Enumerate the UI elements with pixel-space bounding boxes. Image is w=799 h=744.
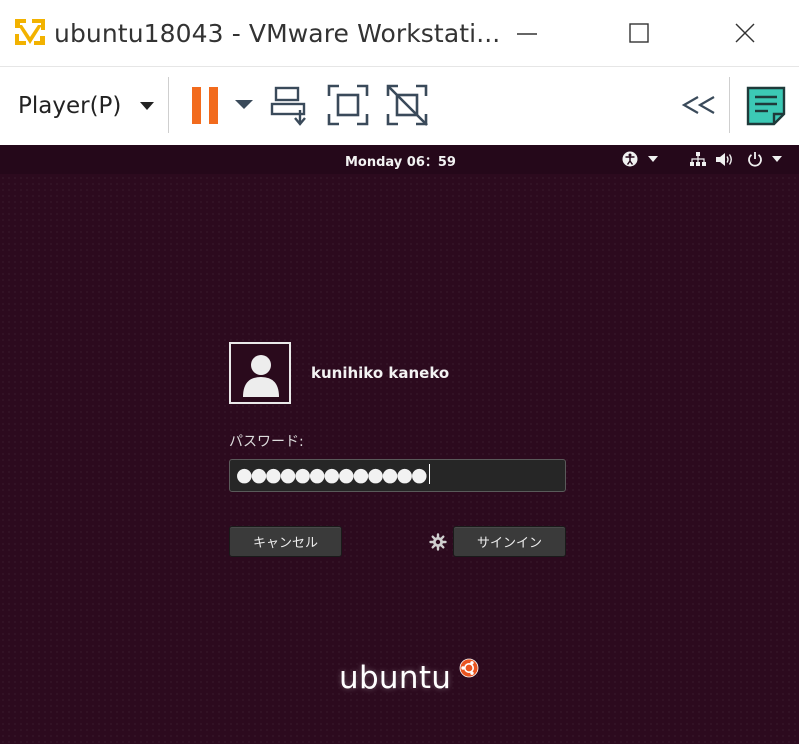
fullscreen-button[interactable] [327, 84, 369, 130]
sign-in-button[interactable]: サインイン [453, 526, 566, 557]
notes-button[interactable] [746, 86, 786, 130]
user-name: kunihiko kaneko [311, 364, 450, 382]
clock[interactable]: Monday 06：59 [345, 151, 456, 170]
ubuntu-wordmark: ubuntu [339, 660, 452, 696]
unity-mode-button[interactable] [386, 84, 430, 130]
password-input[interactable]: ●●●●●●●●●●●●● [229, 459, 566, 492]
ubuntu-top-bar: Monday 06：59 [0, 145, 799, 174]
player-toolbar: Player(P) [0, 67, 799, 145]
network-icon[interactable] [690, 152, 706, 167]
accessibility-icon[interactable] [622, 151, 638, 167]
collapse-toolbar-button[interactable] [680, 95, 718, 119]
close-icon [735, 23, 755, 43]
password-value: ●●●●●●●●●●●●● [236, 464, 428, 486]
chevron-down-icon[interactable] [772, 156, 782, 162]
text-caret [428, 464, 430, 484]
toolbar-separator [168, 77, 169, 133]
chevron-down-icon[interactable] [648, 156, 658, 162]
notes-icon [746, 86, 786, 126]
ubuntu-circle-of-friends-icon [459, 658, 479, 678]
pause-button[interactable] [189, 85, 257, 131]
password-label: パスワード: [229, 434, 304, 450]
maximize-button[interactable] [616, 12, 662, 54]
close-button[interactable] [722, 12, 768, 54]
window-titlebar: ubuntu18043 - VMware Workstati... [0, 0, 799, 67]
maximize-icon [629, 23, 649, 43]
user-avatar-icon [243, 355, 279, 397]
unity-mode-icon [386, 84, 428, 126]
double-chevron-left-icon [681, 96, 715, 114]
power-icon[interactable] [747, 151, 763, 167]
pause-icon [192, 87, 253, 124]
vmware-logo-icon [12, 14, 48, 50]
ubuntu-logo: ubuntu [339, 658, 479, 700]
vm-screen[interactable]: Monday 06：59 kunihiko kaneko パスワード: ●●●●… [0, 145, 799, 744]
fullscreen-icon [327, 84, 369, 126]
player-menu-label: Player(P) [18, 93, 122, 119]
volume-icon[interactable] [716, 152, 734, 167]
send-ctrl-alt-del-icon [270, 86, 306, 126]
minimize-icon [517, 33, 537, 35]
player-menu[interactable]: Player(P) [18, 88, 155, 124]
minimize-button[interactable] [504, 12, 550, 54]
send-ctrl-alt-del-button[interactable] [270, 84, 312, 130]
cancel-button[interactable]: キャンセル [229, 526, 342, 557]
toolbar-separator [729, 77, 730, 133]
chevron-down-icon [140, 102, 155, 110]
avatar [229, 342, 291, 404]
window-title: ubuntu18043 - VMware Workstati... [54, 19, 501, 48]
gear-icon[interactable] [429, 533, 447, 551]
